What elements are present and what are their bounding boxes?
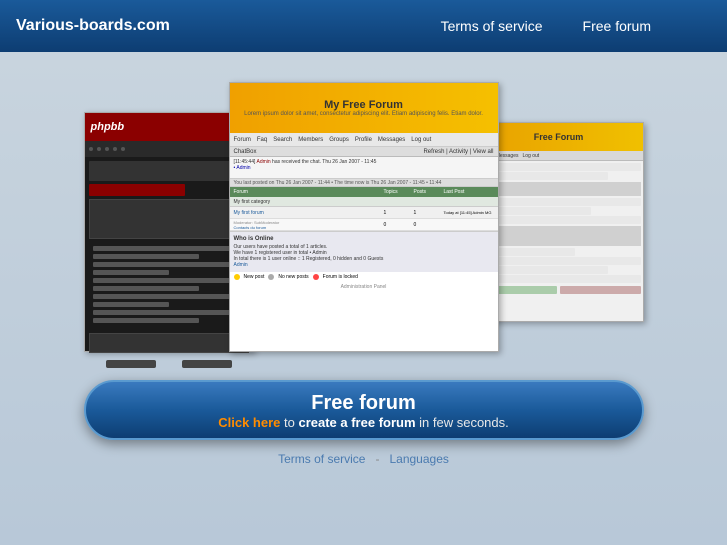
click-here-text[interactable]: Click here — [218, 415, 280, 430]
header-logo: Various-boards.com — [16, 17, 170, 35]
nav-terms[interactable]: Terms of service — [441, 18, 543, 34]
sc-table-header: Forum Topics Posts Last Post — [230, 187, 498, 197]
footer-terms[interactable]: Terms of service — [278, 452, 365, 466]
ss-left-header: phpbb — [85, 113, 253, 141]
sc-post-info: You last posted on Thu 26 Jan 2007 - 11:… — [230, 179, 498, 187]
ss-left-body — [85, 157, 253, 376]
main-content: phpbb — [0, 52, 727, 545]
sc-navbar: Forum Faq Search Members Groups Profile … — [230, 133, 498, 147]
create-free-forum-text: create a free forum — [298, 415, 415, 430]
cta-subtitle: Click here to create a free forum in few… — [218, 415, 509, 430]
ss-left-nav — [85, 141, 253, 157]
sc-forum-row-1: My first forum 1 1 Today at [11:45] Admi… — [230, 207, 498, 219]
screenshot-center: My Free Forum Lorem ipsum dolor sit amet… — [229, 82, 499, 352]
header-nav: Terms of service Free forum — [441, 18, 651, 34]
footer-separator: - — [375, 452, 379, 466]
sc-forum-desc: Lorem ipsum dolor sit amet, consectetur … — [244, 111, 483, 117]
sc-forum-title: My Free Forum — [324, 99, 403, 111]
ss-left-logo: phpbb — [91, 121, 125, 133]
header: Various-boards.com Terms of service Free… — [0, 0, 727, 52]
sc-info-box: Who is Online Our users have posted a to… — [230, 231, 498, 272]
sc-forum-row-2: Moderator: SubModerator Contacts du foru… — [230, 219, 498, 231]
sc-chat-header: ChatBox Refresh | Activity | View all — [230, 147, 498, 157]
sr-body — [475, 161, 643, 296]
screenshots-area: phpbb — [84, 72, 644, 362]
sr-navbar: Profile Messages Log out — [475, 151, 643, 161]
sc-admin-link: Administration Panel — [230, 282, 498, 292]
footer-links: Terms of service - Languages — [278, 452, 449, 466]
sc-legend: New post No new posts Forum is locked — [230, 272, 498, 282]
sr-title: Free Forum — [534, 132, 584, 142]
sr-top-banner: Free Forum — [475, 123, 643, 151]
sc-chat-body: [11:45:44] Admin has received the chat. … — [230, 157, 498, 179]
screenshot-right: Free Forum Profile Messages Log out — [474, 122, 644, 322]
free-forum-button[interactable]: Free forum Click here to create a free f… — [84, 380, 644, 440]
footer-languages[interactable]: Languages — [389, 452, 448, 466]
cta-title: Free forum — [311, 391, 415, 415]
sc-category: My first category — [230, 197, 498, 207]
sc-top-banner: My Free Forum Lorem ipsum dolor sit amet… — [230, 83, 498, 133]
nav-free-forum[interactable]: Free forum — [583, 18, 651, 34]
